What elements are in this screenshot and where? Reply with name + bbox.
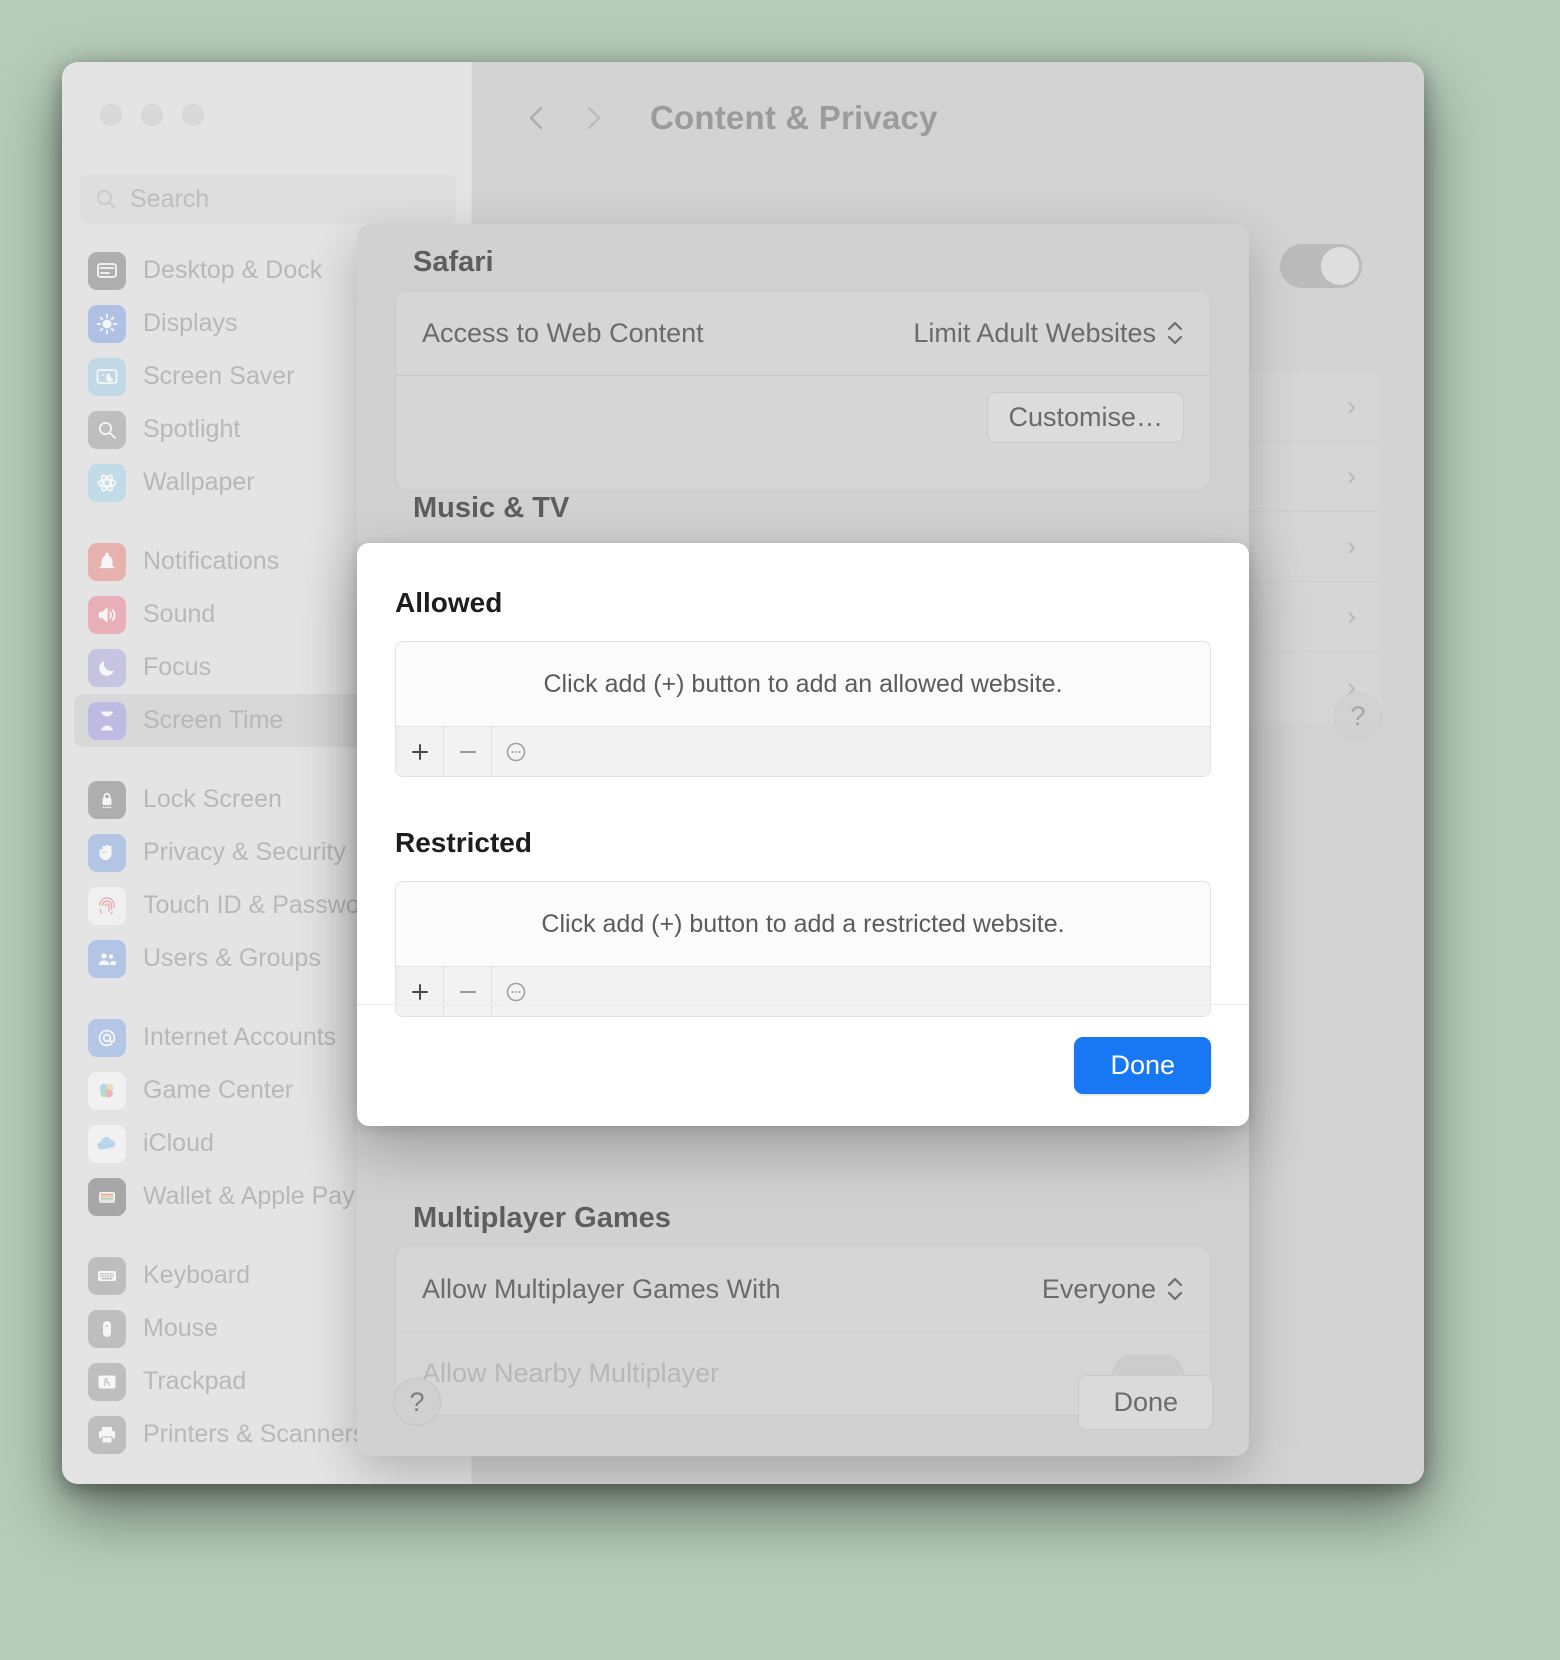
chevron-right-icon: › — [1347, 531, 1356, 561]
customise-button[interactable]: Customise… — [987, 392, 1184, 443]
close-button[interactable] — [100, 104, 122, 126]
safari-card: Access to Web Content Limit Adult Websit… — [395, 290, 1211, 490]
allowed-listbox-toolbar — [396, 726, 1210, 776]
sidebar-item-label: Focus — [143, 653, 212, 681]
allowed-more-options-button[interactable] — [492, 727, 540, 777]
sidebar-item-label: Screen Saver — [143, 362, 295, 390]
pane-toolbar: Content & Privacy — [472, 62, 1424, 174]
system-settings-window: Search Desktop & Dock Displays Screen Save… — [62, 62, 1424, 1484]
forward-button[interactable] — [570, 95, 616, 141]
screen-saver-icon — [88, 357, 126, 396]
search-icon — [94, 187, 118, 211]
sheet-footer: ? Done — [357, 1348, 1249, 1456]
sidebar-item-label: Privacy & Security — [143, 838, 346, 866]
add-allowed-website-button[interactable] — [396, 726, 444, 776]
question-mark-icon: ? — [409, 1386, 425, 1417]
privacy-security-icon — [88, 833, 126, 872]
icloud-icon — [88, 1124, 126, 1163]
websites-modal-body: Allowed Click add (+) button to add an a… — [357, 543, 1249, 1017]
chevron-right-icon: › — [1347, 391, 1356, 421]
trackpad-icon — [88, 1362, 126, 1401]
access-to-web-content-row[interactable]: Access to Web Content Limit Adult Websit… — [396, 291, 1210, 375]
websites-modal-footer: Done — [357, 1004, 1249, 1126]
sound-icon — [88, 595, 126, 634]
minimise-button[interactable] — [141, 104, 163, 126]
back-button[interactable] — [514, 95, 560, 141]
row-label: Allow Multiplayer Games With — [422, 1273, 781, 1304]
chevron-right-icon: › — [1347, 601, 1356, 631]
sidebar-item-label: Game Center — [143, 1076, 294, 1104]
sidebar-item-label: Users & Groups — [143, 944, 321, 972]
mouse-icon — [88, 1309, 126, 1348]
lock-screen-icon — [88, 780, 126, 819]
spotlight-icon — [88, 410, 126, 449]
safari-customise-row: Customise… — [396, 375, 1210, 459]
allow-multiplayer-games-with-row[interactable]: Allow Multiplayer Games With Everyone — [396, 1247, 1210, 1331]
allowed-websites-listbox[interactable]: Click add (+) button to add an allowed w… — [395, 641, 1211, 777]
popup-value: Everyone — [1041, 1273, 1156, 1304]
users-groups-icon — [88, 939, 126, 978]
sidebar-item-label: Printers & Scanners — [143, 1420, 366, 1448]
websites-modal: Allowed Click add (+) button to add an a… — [357, 543, 1249, 1126]
sidebar-item-label: Internet Accounts — [143, 1023, 337, 1051]
window-help-button[interactable]: ? — [1334, 692, 1382, 740]
displays-icon — [88, 304, 126, 343]
chevron-updown-icon — [1166, 1277, 1184, 1301]
zoom-button[interactable] — [182, 104, 204, 126]
desktop-dock-icon — [88, 251, 126, 290]
search-input[interactable]: Search — [80, 174, 456, 224]
question-mark-icon: ? — [1350, 700, 1366, 731]
internet-accounts-icon — [88, 1018, 126, 1057]
sidebar-item-label: Notifications — [143, 547, 280, 575]
game-center-icon — [88, 1071, 126, 1110]
chevron-updown-icon — [1166, 321, 1184, 345]
sidebar-item-label: Displays — [143, 309, 238, 337]
focus-icon — [88, 648, 126, 687]
notifications-icon — [88, 542, 126, 581]
restricted-websites-listbox[interactable]: Click add (+) button to add a restricted… — [395, 881, 1211, 1017]
sidebar-item-label: Spotlight — [143, 415, 241, 443]
allow-multiplayer-games-popup[interactable]: Everyone — [1042, 1274, 1184, 1305]
sidebar-item-label: Screen Time — [143, 706, 284, 734]
wallet-icon — [88, 1177, 126, 1216]
sidebar-item-label: Wallpaper — [143, 468, 255, 496]
restricted-empty-message: Click add (+) button to add a restricted… — [396, 882, 1210, 966]
sidebar-item-label: iCloud — [143, 1129, 214, 1157]
allowed-empty-message: Click add (+) button to add an allowed w… — [396, 642, 1210, 726]
sidebar-item-label: Lock Screen — [143, 785, 282, 813]
screen: Search Desktop & Dock Displays Screen Save… — [0, 0, 1560, 1660]
remove-allowed-website-button[interactable] — [444, 726, 492, 776]
sidebar-item-label: Wallet & Apple Pay — [143, 1182, 355, 1210]
screen-time-icon — [88, 701, 126, 740]
restricted-section-title: Restricted — [395, 827, 532, 858]
window-traffic-lights — [100, 104, 204, 126]
page-title: Content & Privacy — [650, 99, 938, 136]
allowed-section-title: Allowed — [395, 587, 503, 618]
section-title-safari: Safari — [413, 246, 494, 278]
sidebar-item-label: Touch ID & Password — [143, 891, 382, 919]
sidebar-item-label: Keyboard — [143, 1261, 251, 1289]
printers-icon — [88, 1415, 126, 1454]
keyboard-icon — [88, 1256, 126, 1295]
access-to-web-content-popup[interactable]: Limit Adult Websites — [913, 318, 1184, 349]
sidebar-item-label: Sound — [143, 600, 216, 628]
popup-value: Limit Adult Websites — [913, 317, 1156, 348]
content-privacy-toggle[interactable] — [1280, 244, 1362, 288]
touch-id-icon — [88, 886, 126, 925]
chevron-right-icon: › — [1347, 461, 1356, 491]
sidebar-item-label: Mouse — [143, 1314, 219, 1342]
search-placeholder: Search — [130, 184, 210, 213]
sheet-help-button[interactable]: ? — [393, 1378, 441, 1426]
row-label: Access to Web Content — [422, 317, 704, 348]
section-title-multiplayer-games: Multiplayer Games — [413, 1202, 671, 1234]
websites-done-button[interactable]: Done — [1074, 1037, 1211, 1094]
wallpaper-icon — [88, 463, 126, 502]
sidebar-item-label: Trackpad — [143, 1367, 247, 1395]
sidebar-item-label: Desktop & Dock — [143, 256, 323, 284]
sheet-done-button[interactable]: Done — [1078, 1374, 1213, 1430]
section-title-music-tv: Music & TV — [413, 492, 570, 524]
